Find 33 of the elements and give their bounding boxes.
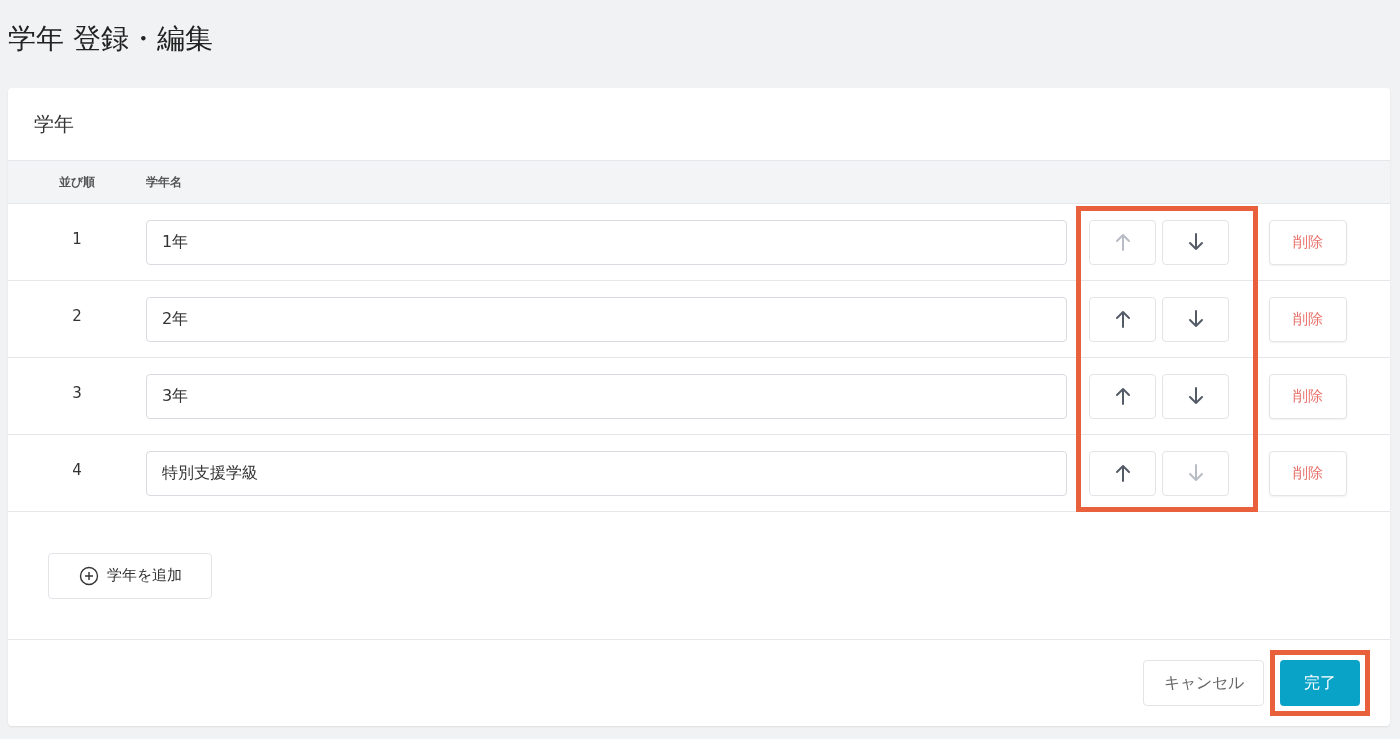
down-arrow-icon xyxy=(1187,387,1204,405)
down-arrow-icon xyxy=(1187,464,1204,482)
plus-circle-icon xyxy=(78,565,99,586)
move-down-button[interactable] xyxy=(1162,219,1229,265)
order-number: 2 xyxy=(72,307,82,325)
move-down-button[interactable] xyxy=(1162,296,1229,342)
order-number: 1 xyxy=(72,230,82,248)
move-up-button[interactable] xyxy=(1089,296,1156,342)
column-header: 学年名 xyxy=(146,173,183,191)
delete-button[interactable]: 削除 xyxy=(1269,296,1347,342)
cancel-button[interactable]: キャンセル xyxy=(1143,660,1264,706)
input-field[interactable]: 2年 xyxy=(146,296,1067,342)
column-header: 並び順 xyxy=(58,173,96,191)
delete-button[interactable]: 削除 xyxy=(1269,450,1347,496)
add-button[interactable]: 学年を追加 xyxy=(48,552,212,599)
order-number: 4 xyxy=(72,461,82,479)
up-arrow-icon xyxy=(1114,233,1131,251)
down-arrow-icon xyxy=(1187,233,1204,251)
down-arrow-icon xyxy=(1187,310,1204,328)
delete-button[interactable]: 削除 xyxy=(1269,373,1347,419)
move-up-button[interactable] xyxy=(1089,373,1156,419)
move-up-button[interactable] xyxy=(1089,450,1156,496)
input-field[interactable]: 1年 xyxy=(146,219,1067,265)
up-arrow-icon xyxy=(1114,464,1131,482)
input-field[interactable]: 3年 xyxy=(146,373,1067,419)
card-title: 学年 xyxy=(34,110,74,138)
up-arrow-icon xyxy=(1114,310,1131,328)
move-down-button[interactable] xyxy=(1162,373,1229,419)
up-arrow-icon xyxy=(1114,387,1131,405)
page-title: 学年 登録・編集 xyxy=(7,21,214,57)
order-number: 3 xyxy=(72,384,82,402)
input-field[interactable]: 特別支援学級 xyxy=(146,450,1067,496)
delete-button[interactable]: 削除 xyxy=(1269,219,1347,265)
